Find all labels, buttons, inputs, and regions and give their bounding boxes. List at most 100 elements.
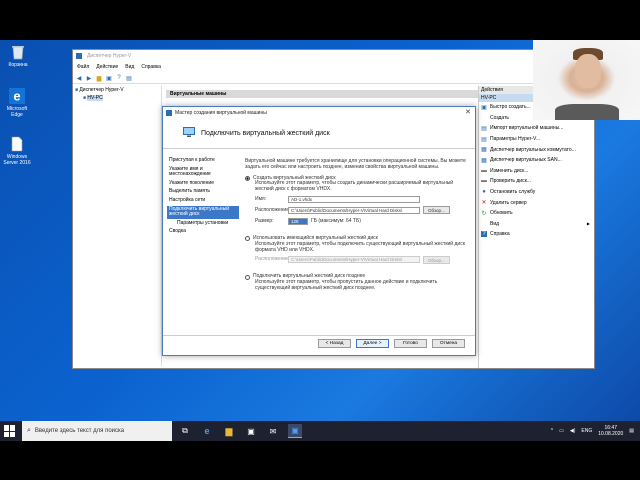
action-label: Изменить диск... bbox=[490, 167, 529, 174]
wizard-header: Подключить виртуальный жесткий диск bbox=[163, 119, 475, 149]
back-arrow-icon[interactable]: ◀ bbox=[75, 74, 83, 82]
action-item[interactable]: ● Остановить службу bbox=[479, 187, 594, 198]
notifications-icon[interactable]: ▤ bbox=[629, 428, 634, 434]
action-label: Остановить службу bbox=[490, 189, 536, 196]
tree-label: HV-PC bbox=[87, 95, 103, 101]
opt2-desc: Используйте этот параметр, чтобы подключ… bbox=[255, 240, 465, 253]
edit-disk-icon: ▬ bbox=[481, 167, 487, 174]
wizard-heading: Подключить виртуальный жесткий диск bbox=[201, 130, 330, 137]
opt3-desc: Используйте этот параметр, чтобы пропуст… bbox=[255, 279, 438, 291]
radio-dot[interactable] bbox=[245, 274, 250, 280]
menu-view[interactable]: Вид bbox=[125, 64, 134, 73]
action-item[interactable]: ↻ Обновить bbox=[479, 208, 594, 219]
system-tray: ^ ▭ ◀) ENG 16:47 10.08.2020 ▤ bbox=[551, 421, 634, 441]
edge-taskbar-icon[interactable]: e bbox=[200, 424, 214, 438]
close-icon[interactable]: ✕ bbox=[465, 108, 471, 116]
switch-manager-icon: ▦ bbox=[481, 147, 487, 154]
mail-icon[interactable]: ✉ bbox=[266, 424, 280, 438]
refresh-icon: ↻ bbox=[481, 210, 487, 217]
menu-action[interactable]: Действие bbox=[96, 64, 118, 73]
tree-item-root[interactable]: ■ Диспетчер Hyper-V bbox=[75, 86, 155, 94]
forward-arrow-icon[interactable]: ▶ bbox=[85, 74, 93, 82]
action-item[interactable]: ▤ Параметры Hyper-V... bbox=[479, 134, 594, 145]
action-item[interactable]: ▬ Изменить диск... bbox=[479, 166, 594, 177]
action-item[interactable]: ✕ Удалить сервер bbox=[479, 197, 594, 208]
tree-item-host[interactable]: ■ HV-PC bbox=[75, 94, 155, 102]
explorer-icon[interactable]: ▆ bbox=[222, 424, 236, 438]
opt1-desc: Используйте этот параметр, чтобы создать… bbox=[255, 180, 454, 193]
hyperv-title: Диспетчер Hyper-V bbox=[73, 50, 594, 62]
chevron-up-icon[interactable]: ^ bbox=[551, 428, 553, 434]
store-icon[interactable]: ▣ bbox=[244, 424, 258, 438]
help-icon: ? bbox=[481, 231, 487, 238]
desktop-icon-document[interactable]: Windows Server 2016 bbox=[2, 136, 32, 166]
wizard-nav-item[interactable]: Укажите поколение bbox=[167, 180, 239, 188]
radio-dot[interactable] bbox=[245, 236, 250, 242]
wizard-nav-item[interactable]: Укажите имя и местонахождение bbox=[167, 166, 239, 179]
task-view-icon[interactable]: ⧉ bbox=[178, 424, 192, 438]
size-row: Размер: 128 ГБ (максимум: 64 ТБ) bbox=[245, 217, 469, 226]
desktop-icon-label: Windows Server 2016 bbox=[3, 154, 31, 166]
browse-button[interactable]: Обзор... bbox=[423, 206, 450, 215]
pane-icon[interactable]: ▤ bbox=[125, 74, 133, 82]
folder-icon[interactable]: ▆ bbox=[95, 74, 103, 82]
action-label: Диспетчер виртуальных SAN... bbox=[490, 157, 562, 164]
submenu-arrow-icon: ▶ bbox=[586, 221, 590, 227]
wizard-title: Мастер создания виртуальной машины bbox=[175, 110, 267, 116]
search-icon: ⌕ bbox=[27, 427, 31, 434]
help-toolbar-icon[interactable]: ? bbox=[115, 74, 123, 82]
stop-service-icon: ● bbox=[482, 189, 486, 196]
vhd-location-input[interactable]: C:\Users\Public\Documents\Hyper-V\Virtua… bbox=[288, 206, 420, 214]
vhd-size-input[interactable]: 128 bbox=[288, 217, 308, 225]
taskbar-search[interactable]: ⌕ Введите здесь текст для поиска bbox=[22, 421, 172, 441]
name-label: Имя: bbox=[255, 195, 267, 202]
finish-button[interactable]: Готово bbox=[394, 339, 427, 348]
console-icon[interactable]: ▣ bbox=[105, 74, 113, 82]
action-label: Диспетчер виртуальных коммутато... bbox=[490, 146, 576, 153]
san-manager-icon: ▦ bbox=[481, 157, 487, 164]
location-label: Расположение: bbox=[255, 206, 291, 213]
hyperv-taskbar-icon[interactable]: ▣ bbox=[288, 424, 302, 438]
desktop-icon-edge[interactable]: e Microsoft Edge bbox=[2, 88, 32, 118]
action-item[interactable]: ? Справка bbox=[479, 229, 594, 240]
wizard-app-icon bbox=[166, 110, 172, 116]
back-button[interactable]: < Назад bbox=[318, 339, 351, 348]
cancel-button[interactable]: Отмена bbox=[432, 339, 465, 348]
size-unit: ГБ (максимум: 64 ТБ) bbox=[311, 217, 361, 224]
video-letterbox-bottom bbox=[0, 441, 640, 480]
recycle-bin-icon bbox=[10, 44, 26, 60]
wizard-nav-item[interactable]: Сводка bbox=[167, 228, 239, 236]
clock[interactable]: 16:47 10.08.2020 bbox=[598, 425, 623, 437]
wizard-nav-item[interactable]: Выделить память bbox=[167, 188, 239, 196]
search-placeholder: Введите здесь текст для поиска bbox=[34, 428, 125, 434]
vhd-name-input[interactable]: AD-1.vhdx bbox=[288, 195, 420, 203]
action-label: Обновить bbox=[490, 210, 513, 217]
action-item[interactable]: ▦ Диспетчер виртуальных коммутато... bbox=[479, 144, 594, 155]
wizard-nav-item[interactable]: Параметры установки bbox=[167, 220, 239, 228]
wizard-nav-item[interactable]: Приступая к работе bbox=[167, 157, 239, 165]
import-icon: ▤ bbox=[481, 125, 487, 132]
language-indicator[interactable]: ENG bbox=[581, 428, 592, 434]
desktop-icon-recycle-bin[interactable]: Корзина bbox=[3, 44, 33, 68]
action-item[interactable]: ▬ Проверить диск... bbox=[479, 176, 594, 187]
location-row: Расположение: C:\Users\Public\Documents\… bbox=[245, 206, 469, 215]
action-item[interactable]: ▦ Диспетчер виртуальных SAN... bbox=[479, 155, 594, 166]
wizard-nav-item[interactable]: Подключить виртуальный жесткий диск bbox=[167, 205, 239, 219]
action-item[interactable]: ▤ Импорт виртуальной машины... bbox=[479, 123, 594, 134]
wizard-nav-item[interactable]: Настройка сети bbox=[167, 197, 239, 205]
radio-dot-selected[interactable] bbox=[245, 176, 250, 182]
edge-icon: e bbox=[9, 88, 25, 104]
menu-help[interactable]: Справка bbox=[141, 64, 161, 73]
windows-start-icon[interactable] bbox=[4, 425, 16, 437]
next-button[interactable]: Далее > bbox=[356, 339, 389, 348]
document-icon bbox=[9, 136, 25, 152]
volume-icon[interactable]: ◀) bbox=[570, 428, 576, 434]
menu-file[interactable]: Файл bbox=[77, 64, 89, 73]
actions-list: ▣Быстро создать... Создать ▶ ▤Импорт виртуа… bbox=[479, 102, 594, 240]
svg-text:e: e bbox=[13, 89, 20, 104]
action-item[interactable]: Вид ▶ bbox=[479, 219, 594, 230]
size-label: Размер: bbox=[255, 217, 274, 224]
network-icon[interactable]: ▭ bbox=[559, 428, 564, 434]
blank-icon-slot bbox=[481, 221, 487, 227]
webcam-overlay bbox=[533, 40, 640, 120]
